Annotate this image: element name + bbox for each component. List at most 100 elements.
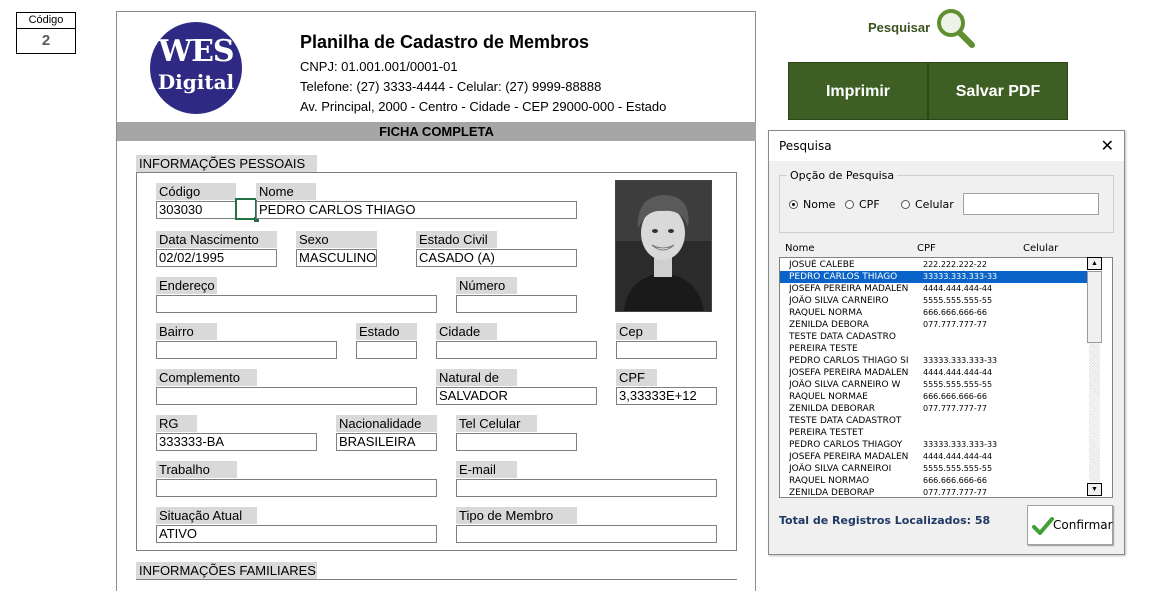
cpf-field[interactable]: 3,33333E+12 [616,387,717,405]
search-icon[interactable] [933,6,977,50]
bairro-label: Bairro [156,323,217,340]
list-item-cpf: 666.666.666-66 [923,308,987,317]
radio-nome[interactable]: Nome [789,198,835,211]
scroll-down-icon[interactable]: ▼ [1087,483,1102,496]
list-item-nome: RAQUEL NORMA [789,308,863,318]
rg-field[interactable]: 333333-BA [156,433,317,451]
list-item[interactable]: PEREIRA TESTET [780,427,1096,439]
list-item-cpf: 077.777.777-77 [923,320,987,329]
codigo-field[interactable]: 303030 [156,201,236,219]
sexo-field[interactable]: MASCULINO [296,249,377,267]
list-item[interactable]: TESTE DATA CADASTROT [780,415,1096,427]
data-nascimento-field[interactable]: 02/02/1995 [156,249,277,267]
list-item-cpf: 5555.555.555-55 [923,380,993,389]
list-item-nome: JOSEFA PEREIRA MADALEN [789,452,909,462]
estado-civil-field[interactable]: CASADO (A) [416,249,577,267]
nacionalidade-label: Nacionalidade [336,415,437,432]
column-header-celular[interactable]: Celular [1023,243,1058,254]
list-item[interactable]: PEREIRA TESTE [780,343,1096,355]
list-item-nome: PEDRO CARLOS THIAGOY [789,440,903,450]
section-family-info: INFORMAÇÕES FAMILIARES [136,562,317,579]
save-pdf-button[interactable]: Salvar PDF [928,62,1068,120]
section-personal-info: INFORMAÇÕES PESSOAIS [136,155,317,172]
list-item-cpf: 222.222.222-22 [923,260,987,269]
endereco-field[interactable] [156,295,437,313]
list-item-nome: PEREIRA TESTET [789,428,864,438]
email-field[interactable] [456,479,717,497]
nome-field[interactable]: PEDRO CARLOS THIAGO [256,201,577,219]
cidade-field[interactable] [436,341,597,359]
list-item[interactable]: ZENILDA DEBORAR 077.777.777-77 [780,403,1096,415]
radio-checked-icon [789,200,798,209]
search-option-legend: Opção de Pesquisa [787,169,898,182]
scroll-thumb[interactable] [1087,271,1102,343]
list-item-nome: JOSUÉ CALEBE [789,260,855,270]
list-item-nome: RAQUEL NORMAE [789,392,868,402]
list-item[interactable]: ZENILDA DEBORA 077.777.777-77 [780,319,1096,331]
radio-unchecked-icon [901,200,910,209]
results-scrollbar[interactable]: ▲ ▼ [1087,257,1102,496]
list-item[interactable]: PEDRO CARLOS THIAGOY 33333.333.333-33 [780,439,1096,451]
header-address: Av. Principal, 2000 - Centro - Cidade - … [300,99,667,114]
scroll-up-icon[interactable]: ▲ [1087,257,1102,270]
list-item-cpf: 33333.333.333-33 [923,272,998,281]
list-item-cpf: 33333.333.333-33 [923,440,998,449]
trabalho-field[interactable] [156,479,437,497]
list-item[interactable]: JOÃO SILVA CARNEIROI 5555.555.555-55 [780,463,1096,475]
list-item[interactable]: JOSEFA PEREIRA MADALEN 4444.444.444-44 [780,451,1096,463]
list-item[interactable]: RAQUEL NORMAO 666.666.666-66 [780,475,1096,487]
list-item[interactable]: TESTE DATA CADASTRO [780,331,1096,343]
print-button[interactable]: Imprimir [788,62,928,120]
codigo-label: Código [17,13,75,29]
column-header-cpf[interactable]: CPF [917,243,936,254]
list-item-cpf: 33333.333.333-33 [923,356,998,365]
results-list[interactable]: JOSUÉ CALEBE 222.222.222-22 PEDRO CARLOS T… [779,257,1113,498]
list-item[interactable]: JOSEFA PEREIRA MADALEN 4444.444.444-44 [780,367,1096,379]
list-item[interactable]: RAQUEL NORMAE 666.666.666-66 [780,391,1096,403]
list-item[interactable]: JOÃO SILVA CARNEIRO W 5555.555.555-55 [780,379,1096,391]
list-item[interactable]: ZENILDA DEBORAP 077.777.777-77 [780,487,1096,497]
nacionalidade-field[interactable]: BRASILEIRA [336,433,437,451]
nome-label: Nome [256,183,316,200]
close-icon[interactable]: ✕ [1101,136,1114,155]
list-item[interactable]: JOSEFA PEREIRA MADALEN 4444.444.444-44 [780,283,1096,295]
active-cell-cursor[interactable] [235,198,259,222]
list-item-cpf: 666.666.666-66 [923,476,987,485]
complemento-field[interactable] [156,387,417,405]
confirm-button[interactable]: Confirmar [1027,505,1113,545]
column-header-nome[interactable]: Nome [785,243,815,254]
bairro-field[interactable] [156,341,337,359]
cep-field[interactable] [616,341,717,359]
radio-cpf[interactable]: CPF [845,198,880,211]
tipo-membro-field[interactable] [456,525,717,543]
list-item-nome: JOÃO SILVA CARNEIRO W [789,380,901,390]
wes-digital-logo: WES Digital [150,22,242,114]
email-label: E-mail [456,461,517,478]
list-item-nome: ZENILDA DEBORAR [789,404,876,414]
complemento-label: Complemento [156,369,257,386]
header-cnpj: CNPJ: 01.001.001/0001-01 [300,59,458,74]
cidade-label: Cidade [436,323,497,340]
tel-celular-field[interactable] [456,433,577,451]
dialog-search-input[interactable] [963,193,1099,215]
list-item[interactable]: RAQUEL NORMA 666.666.666-66 [780,307,1096,319]
data-nascimento-label: Data Nascimento [156,231,277,248]
list-item[interactable]: JOÃO SILVA CARNEIRO 5555.555.555-55 [780,295,1096,307]
estado-field[interactable] [356,341,417,359]
radio-celular[interactable]: Celular [901,198,954,211]
numero-field[interactable] [456,295,577,313]
list-item[interactable]: JOSUÉ CALEBE 222.222.222-22 [780,259,1096,271]
list-item[interactable]: PEDRO CARLOS THIAGO 33333.333.333-33 [780,271,1096,283]
codigo-value[interactable]: 2 [17,29,75,53]
list-item-nome: RAQUEL NORMAO [789,476,870,486]
sexo-label: Sexo [296,231,377,248]
list-item-cpf: 5555.555.555-55 [923,296,993,305]
tipo-membro-label: Tipo de Membro [456,507,577,524]
codigo-box: Código 2 [16,12,76,54]
checkmark-icon [1032,517,1054,535]
list-item[interactable]: PEDRO CARLOS THIAGO SI 33333.333.333-33 [780,355,1096,367]
natural-de-field[interactable]: SALVADOR [436,387,597,405]
search-label[interactable]: Pesquisar [868,20,930,35]
total-records: Total de Registros Localizados: 58 [779,514,991,527]
situacao-atual-field[interactable]: ATIVO [156,525,437,543]
